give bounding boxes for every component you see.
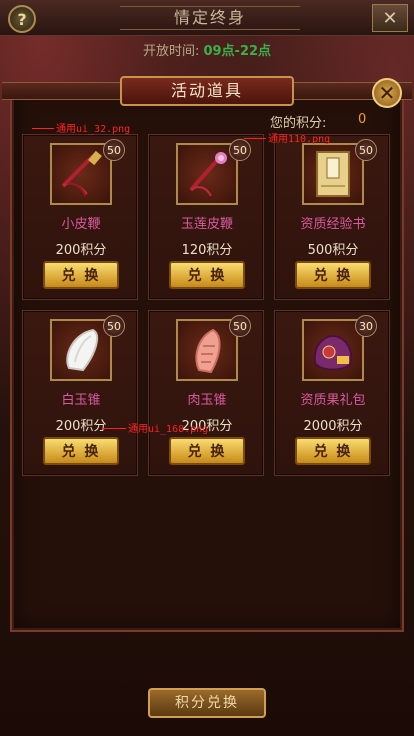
top-bar: ? 情定终身 ✕ <box>0 0 414 36</box>
item-cell: 30 资质果礼包 2000积分 兑 换 <box>274 310 390 476</box>
item-name: 资质经验书 <box>300 217 366 232</box>
points-label: 您的积分: <box>270 116 327 131</box>
points-display: 您的积分: 0 <box>270 112 380 131</box>
quantity-badge: 50 <box>355 139 377 161</box>
close-button[interactable]: ✕ <box>372 4 408 32</box>
item-cell: 50 小皮鞭 200积分 兑 换 <box>22 134 138 300</box>
item-cost: 200积分 <box>55 419 107 434</box>
item-name: 肉玉锥 <box>187 393 227 408</box>
item-cost: 2000积分 <box>303 419 363 434</box>
item-name: 玉莲皮鞭 <box>180 217 233 232</box>
annotation-line <box>32 128 54 129</box>
exchange-button[interactable]: 兑 换 <box>295 261 371 289</box>
quantity-badge: 50 <box>229 139 251 161</box>
quantity-badge: 50 <box>229 315 251 337</box>
exchange-button[interactable]: 兑 换 <box>169 261 245 289</box>
item-cost: 120积分 <box>181 243 233 258</box>
annotation-label: 通用ui_168.png <box>128 424 209 435</box>
quantity-badge: 30 <box>355 315 377 337</box>
annotation-line <box>244 138 266 139</box>
item-cell: 50 白玉锥 200积分 兑 换 <box>22 310 138 476</box>
open-time-value: 09点-22点 <box>203 44 272 59</box>
quantity-badge: 50 <box>103 315 125 337</box>
item-cell: 50 资质经验书 500积分 兑 换 <box>274 134 390 300</box>
item-cell: 50 肉玉锥 200积分 兑 换 <box>148 310 264 476</box>
annotation-label: 通用110.png <box>268 134 331 145</box>
points-exchange-button[interactable]: 积分兑换 <box>148 688 266 718</box>
annotation-line <box>102 428 126 429</box>
modal-close-button[interactable]: ✕ <box>372 78 402 108</box>
open-time: 开放时间: 09点-22点 <box>0 40 414 60</box>
exchange-button[interactable]: 兑 换 <box>295 437 371 465</box>
exchange-button[interactable]: 兑 换 <box>43 437 119 465</box>
item-cost: 200积分 <box>55 243 107 258</box>
exchange-button[interactable]: 兑 换 <box>43 261 119 289</box>
page-title: 情定终身 <box>120 6 300 30</box>
exchange-button[interactable]: 兑 换 <box>169 437 245 465</box>
points-value: 0 <box>358 112 367 127</box>
item-name: 资质果礼包 <box>300 393 366 408</box>
modal-title: 活动道具 <box>120 76 294 106</box>
item-name: 白玉锥 <box>61 393 101 408</box>
help-icon[interactable]: ? <box>8 5 36 33</box>
quantity-badge: 50 <box>103 139 125 161</box>
item-cost: 500积分 <box>307 243 359 258</box>
item-cell: 50 玉莲皮鞭 120积分 兑 换 <box>148 134 264 300</box>
annotation-label: 通用ui_32.png <box>56 124 131 135</box>
item-name: 小皮鞭 <box>61 217 101 232</box>
open-time-label: 开放时间: <box>142 44 200 59</box>
